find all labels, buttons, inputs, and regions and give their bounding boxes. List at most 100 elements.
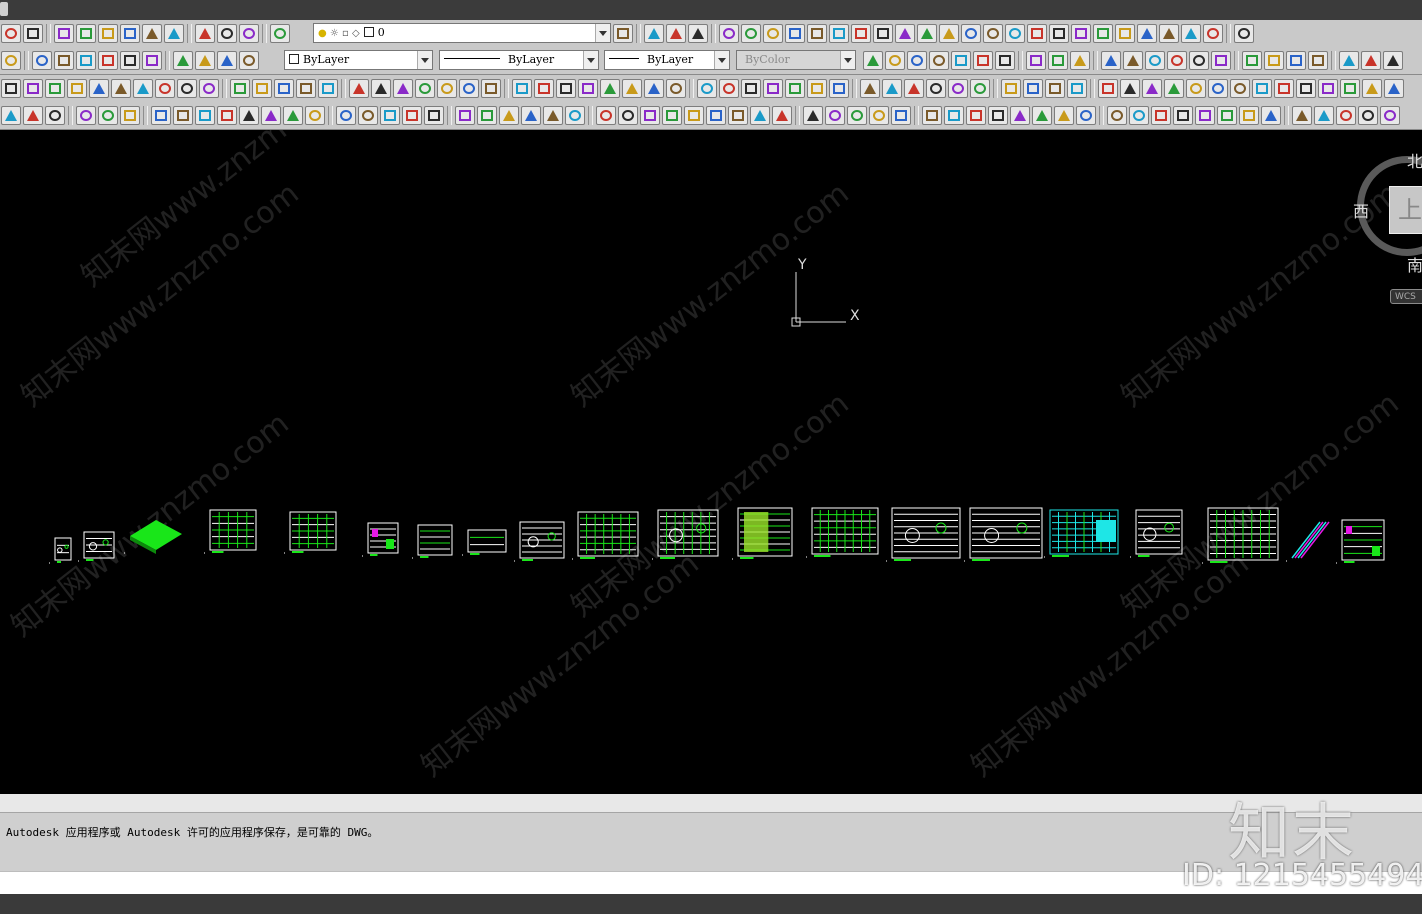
toolbar-tool-icon[interactable] [922, 106, 942, 125]
toolbar-tool-icon[interactable] [23, 106, 43, 125]
toolbar-tool-icon[interactable] [578, 79, 598, 98]
toolbar-tool-icon[interactable] [1137, 24, 1157, 43]
toolbar-tool-icon[interactable] [1010, 106, 1030, 125]
toolbar-tool-icon[interactable] [917, 24, 937, 43]
toolbar-tool-icon[interactable] [1189, 51, 1209, 70]
toolbar-tool-icon[interactable] [1340, 79, 1360, 98]
toolbar-tool-icon[interactable] [402, 106, 422, 125]
toolbar-tool-icon[interactable] [763, 24, 783, 43]
toolbar-tool-icon[interactable] [1023, 79, 1043, 98]
toolbar-tool-icon[interactable] [1296, 79, 1316, 98]
toolbar-tool-icon[interactable] [970, 79, 990, 98]
chevron-down-icon[interactable] [714, 51, 729, 69]
toolbar-tool-icon[interactable] [1264, 51, 1284, 70]
toolbar-tool-icon[interactable] [1318, 79, 1338, 98]
toolbar-tool-icon[interactable] [847, 106, 867, 125]
toolbar-tool-icon[interactable] [195, 106, 215, 125]
toolbar-tool-icon[interactable] [1001, 79, 1021, 98]
toolbar-tool-icon[interactable] [1101, 51, 1121, 70]
toolbar-tool-icon[interactable] [596, 106, 616, 125]
toolbar-tool-icon[interactable] [1173, 106, 1193, 125]
toolbar-tool-icon[interactable] [195, 24, 215, 43]
toolbar-tool-icon[interactable] [1383, 51, 1403, 70]
toolbar-tool-icon[interactable] [785, 24, 805, 43]
toolbar-tool-icon[interactable] [1308, 51, 1328, 70]
chevron-down-icon[interactable] [417, 51, 432, 69]
wcs-menu[interactable]: WCS [1390, 289, 1422, 304]
toolbar-tool-icon[interactable] [929, 51, 949, 70]
toolbar-tool-icon[interactable] [1107, 106, 1127, 125]
toolbar-tool-icon[interactable] [944, 106, 964, 125]
command-window-divider[interactable] [0, 794, 1422, 814]
toolbar-tool-icon[interactable] [697, 79, 717, 98]
toolbar-tool-icon[interactable] [142, 24, 162, 43]
toolbar-tool-icon[interactable] [45, 79, 65, 98]
toolbar-tool-icon[interactable] [67, 79, 87, 98]
toolbar-tool-icon[interactable] [270, 24, 290, 43]
toolbar-tool-icon[interactable] [142, 51, 162, 70]
toolbar-tool-icon[interactable] [1049, 24, 1069, 43]
compass-south[interactable]: 南 [1407, 252, 1422, 276]
toolbar-tool-icon[interactable] [318, 79, 338, 98]
toolbar-tool-icon[interactable] [1054, 106, 1074, 125]
toolbar-tool-icon[interactable] [1, 79, 21, 98]
toolbar-tool-icon[interactable] [644, 79, 664, 98]
toolbar-tool-icon[interactable] [1274, 79, 1294, 98]
compass-north[interactable]: 北 [1407, 148, 1422, 172]
toolbar-tool-icon[interactable] [380, 106, 400, 125]
toolbar-tool-icon[interactable] [907, 51, 927, 70]
toolbar-tool-icon[interactable] [98, 51, 118, 70]
toolbar-tool-icon[interactable] [1120, 79, 1140, 98]
toolbar-tool-icon[interactable] [173, 106, 193, 125]
toolbar-tool-icon[interactable] [1358, 106, 1378, 125]
toolbar-tool-icon[interactable] [455, 106, 475, 125]
toolbar-tool-icon[interactable] [1314, 106, 1334, 125]
toolbar-tool-icon[interactable] [939, 24, 959, 43]
window-menu-icon[interactable] [0, 2, 8, 16]
toolbar-tool-icon[interactable] [151, 106, 171, 125]
toolbar-tool-icon[interactable] [995, 51, 1015, 70]
toolbar-tool-icon[interactable] [1005, 24, 1025, 43]
toolbar-tool-icon[interactable] [882, 79, 902, 98]
toolbar-tool-icon[interactable] [618, 106, 638, 125]
toolbar-tool-icon[interactable] [1115, 24, 1135, 43]
toolbar-tool-icon[interactable] [173, 51, 193, 70]
toolbar-tool-icon[interactable] [98, 24, 118, 43]
toolbar-tool-icon[interactable] [120, 106, 140, 125]
toolbar-tool-icon[interactable] [706, 106, 726, 125]
toolbar-tool-icon[interactable] [283, 106, 303, 125]
toolbar-tool-icon[interactable] [1380, 106, 1400, 125]
toolbar-tool-icon[interactable] [1336, 106, 1356, 125]
toolbar-tool-icon[interactable] [23, 24, 43, 43]
toolbar-tool-icon[interactable] [1208, 79, 1228, 98]
toolbar-tool-icon[interactable] [622, 79, 642, 98]
toolbar-tool-icon[interactable] [1361, 51, 1381, 70]
toolbar-tool-icon[interactable] [973, 51, 993, 70]
toolbar-tool-icon[interactable] [1181, 24, 1201, 43]
lineweight-combo[interactable]: ByLayer [604, 50, 730, 70]
toolbar-tool-icon[interactable] [1252, 79, 1272, 98]
toolbar-tool-icon[interactable] [750, 106, 770, 125]
toolbar-tool-icon[interactable] [1048, 51, 1068, 70]
viewcube[interactable]: 上 北 西 南 WCS [1353, 148, 1422, 328]
toolbar-tool-icon[interactable] [177, 79, 197, 98]
toolbar-tool-icon[interactable] [1339, 51, 1359, 70]
toolbar-tool-icon[interactable] [23, 79, 43, 98]
toolbar-tool-icon[interactable] [296, 79, 316, 98]
toolbar-tool-icon[interactable] [512, 79, 532, 98]
toolbar-tool-icon[interactable] [164, 24, 184, 43]
toolbar-tool-icon[interactable] [336, 106, 356, 125]
toolbar-tool-icon[interactable] [199, 79, 219, 98]
toolbar-tool-icon[interactable] [349, 79, 369, 98]
toolbar-tool-icon[interactable] [111, 79, 131, 98]
toolbar-tool-icon[interactable] [217, 51, 237, 70]
toolbar-tool-icon[interactable] [860, 79, 880, 98]
toolbar-tool-icon[interactable] [1070, 51, 1090, 70]
toolbar-tool-icon[interactable] [1211, 51, 1231, 70]
toolbar-tool-icon[interactable] [252, 79, 272, 98]
toolbar-tool-icon[interactable] [32, 51, 52, 70]
toolbar-tool-icon[interactable] [358, 106, 378, 125]
toolbar-tool-icon[interactable] [477, 106, 497, 125]
toolbar-tool-icon[interactable] [829, 24, 849, 43]
toolbar-tool-icon[interactable] [98, 106, 118, 125]
